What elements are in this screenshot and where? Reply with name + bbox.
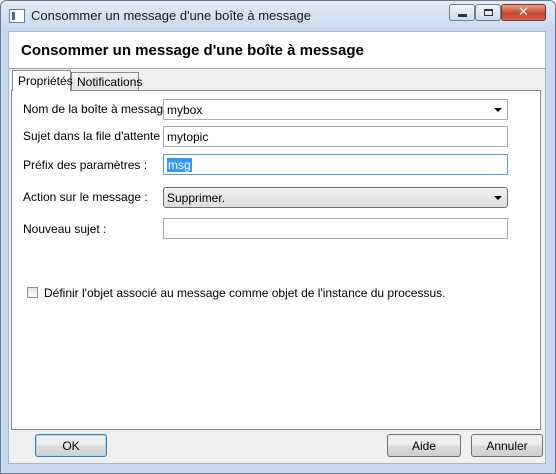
action-value: Supprimer.	[167, 191, 226, 205]
maximize-button[interactable]	[475, 4, 501, 21]
dialog-window: Consommer un message d'une boîte à messa…	[0, 0, 556, 474]
queue-subject-label: Sujet dans la file d'attente :	[23, 129, 167, 143]
tab-notifications[interactable]: Notifications	[71, 72, 142, 90]
cancel-button[interactable]: Annuler	[471, 434, 543, 457]
queue-subject-value: mytopic	[167, 130, 209, 144]
window-title: Consommer un message d'une boîte à messa…	[31, 8, 311, 23]
help-button[interactable]: Aide	[387, 434, 461, 457]
queue-subject-input[interactable]: mytopic	[163, 126, 508, 147]
properties-panel: Nom de la boîte à message : mybox Sujet …	[11, 90, 541, 430]
mailbox-value: mybox	[167, 103, 203, 117]
dialog-client-area: Consommer un message d'une boîte à messa…	[8, 31, 546, 464]
mailbox-combo[interactable]: mybox	[163, 99, 508, 120]
dialog-header: Consommer un message d'une boîte à messa…	[9, 32, 545, 68]
app-icon	[9, 9, 25, 23]
action-label: Action sur le message :	[23, 190, 148, 204]
ok-button[interactable]: OK	[35, 434, 107, 457]
maximize-icon	[484, 9, 493, 16]
new-subject-label: Nouveau sujet :	[23, 222, 107, 236]
chevron-down-icon	[494, 196, 502, 200]
mailbox-label: Nom de la boîte à message :	[23, 102, 177, 116]
set-process-object-label[interactable]: Définir l'objet associé au message comme…	[44, 286, 445, 300]
chevron-down-icon	[494, 108, 502, 112]
minimize-button[interactable]	[449, 4, 475, 21]
close-button[interactable]: ✕	[501, 4, 546, 21]
header-divider	[9, 68, 545, 69]
param-prefix-input[interactable]: msg	[163, 154, 508, 175]
param-prefix-label: Préfix des paramètres :	[23, 158, 148, 172]
param-prefix-value: msg	[167, 158, 192, 172]
tab-proprietes[interactable]: Propriétés	[12, 70, 73, 91]
title-bar[interactable]: Consommer un message d'une boîte à messa…	[1, 1, 555, 31]
minimize-icon	[458, 14, 467, 17]
set-process-object-checkbox[interactable]	[27, 287, 38, 298]
action-dropdown[interactable]: Supprimer.	[163, 187, 508, 208]
close-icon: ✕	[518, 4, 529, 19]
new-subject-input[interactable]	[163, 218, 508, 239]
page-title: Consommer un message d'une boîte à messa…	[21, 42, 364, 59]
